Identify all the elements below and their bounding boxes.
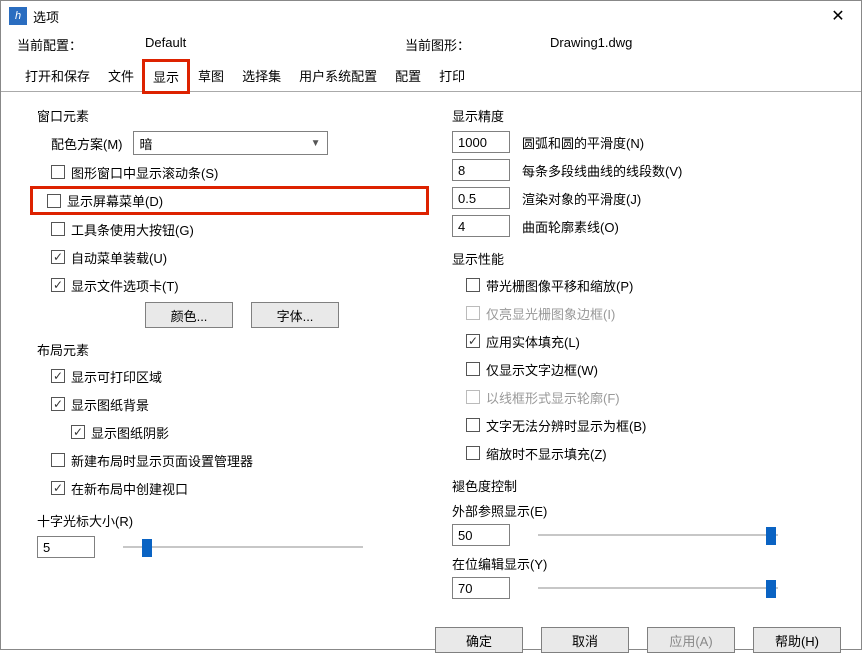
label-scrollbars: 图形窗口中显示滚动条(S)	[71, 163, 218, 182]
inplace-fade-input[interactable]	[452, 577, 510, 599]
precision-title: 显示精度	[452, 106, 841, 125]
surface-isolines-input[interactable]	[452, 215, 510, 237]
checkbox-auto-menu-load[interactable]	[51, 250, 65, 264]
drawing-label: 当前图形：	[405, 35, 550, 54]
app-icon: h	[9, 7, 27, 25]
arc-smoothness-input[interactable]	[452, 131, 510, 153]
label-raster-frame: 仅亮显光栅图象边框(I)	[486, 304, 615, 323]
ok-button[interactable]: 确定	[435, 627, 523, 653]
label-text-blur: 文字无法分辨时显示为框(B)	[486, 416, 646, 435]
checkbox-printable-area[interactable]	[51, 369, 65, 383]
checkbox-create-viewport[interactable]	[51, 481, 65, 495]
checkbox-scrollbars[interactable]	[51, 165, 65, 179]
slider-thumb[interactable]	[766, 580, 776, 598]
inplace-fade-label: 在位编辑显示(Y)	[452, 554, 841, 573]
window-elements-title: 窗口元素	[37, 106, 426, 125]
chevron-down-icon: ▼	[311, 138, 321, 149]
checkbox-zoom-nofill[interactable]	[466, 446, 480, 460]
slider-thumb[interactable]	[766, 527, 776, 545]
color-scheme-select[interactable]: 暗 ▼	[133, 131, 328, 155]
cancel-button[interactable]: 取消	[541, 627, 629, 653]
checkbox-pagesetup-mgr[interactable]	[51, 453, 65, 467]
color-scheme-label: 配色方案(M)	[51, 134, 123, 153]
slider-thumb[interactable]	[142, 539, 152, 557]
label-auto-menu-load: 自动菜单装载(U)	[71, 248, 167, 267]
label-paper-bg: 显示图纸背景	[71, 395, 149, 414]
checkbox-text-blur[interactable]	[466, 418, 480, 432]
performance-title: 显示性能	[452, 249, 841, 268]
polyline-segments-input[interactable]	[452, 159, 510, 181]
label-printable-area: 显示可打印区域	[71, 367, 162, 386]
colors-button[interactable]: 颜色...	[145, 302, 233, 328]
tab-display[interactable]: 显示	[144, 61, 188, 92]
color-scheme-value: 暗	[140, 134, 153, 153]
slider-track	[538, 587, 778, 589]
tab-profiles[interactable]: 配置	[387, 61, 429, 92]
label-text-frame: 仅显示文字边框(W)	[486, 360, 598, 379]
xref-fade-slider[interactable]	[538, 525, 778, 545]
label-large-buttons: 工具条使用大按钮(G)	[71, 220, 194, 239]
checkbox-large-buttons[interactable]	[51, 222, 65, 236]
surface-isolines-label: 曲面轮廓素线(O)	[522, 217, 619, 236]
checkbox-raster-frame	[466, 306, 480, 320]
checkbox-wireframe-sil	[466, 390, 480, 404]
fade-title: 褪色度控制	[452, 476, 841, 495]
checkbox-file-tabs[interactable]	[51, 278, 65, 292]
checkbox-paper-shadow[interactable]	[71, 425, 85, 439]
xref-fade-input[interactable]	[452, 524, 510, 546]
crosshair-title: 十字光标大小(R)	[37, 511, 426, 530]
drawing-value: Drawing1.dwg	[550, 35, 632, 54]
label-raster-pan: 带光栅图像平移和缩放(P)	[486, 276, 633, 295]
config-value: Default	[145, 35, 405, 54]
layout-elements-title: 布局元素	[37, 340, 426, 359]
arc-smoothness-label: 圆弧和圆的平滑度(N)	[522, 133, 644, 152]
tab-selection[interactable]: 选择集	[234, 61, 289, 92]
checkbox-screen-menu[interactable]	[47, 194, 61, 208]
checkbox-paper-bg[interactable]	[51, 397, 65, 411]
render-smoothness-input[interactable]	[452, 187, 510, 209]
label-zoom-nofill: 缩放时不显示填充(Z)	[486, 444, 607, 463]
label-pagesetup-mgr: 新建布局时显示页面设置管理器	[71, 451, 253, 470]
render-smoothness-label: 渲染对象的平滑度(J)	[522, 189, 641, 208]
crosshair-slider[interactable]	[123, 537, 363, 557]
checkbox-raster-pan[interactable]	[466, 278, 480, 292]
checkbox-solid-fill[interactable]	[466, 334, 480, 348]
tab-files[interactable]: 文件	[100, 61, 142, 92]
label-paper-shadow: 显示图纸阴影	[91, 423, 169, 442]
tab-user-pref[interactable]: 用户系统配置	[291, 61, 385, 92]
close-icon[interactable]: ✕	[823, 6, 853, 26]
apply-button: 应用(A)	[647, 627, 735, 653]
label-screen-menu: 显示屏幕菜单(D)	[67, 191, 163, 210]
config-label: 当前配置：	[17, 35, 145, 54]
inplace-fade-slider[interactable]	[538, 578, 778, 598]
window-title: 选项	[33, 7, 823, 26]
tab-open-save[interactable]: 打开和保存	[17, 61, 98, 92]
tab-plot[interactable]: 打印	[431, 61, 473, 92]
fonts-button[interactable]: 字体...	[251, 302, 339, 328]
tab-drafting[interactable]: 草图	[190, 61, 232, 92]
slider-track	[538, 534, 778, 536]
slider-track	[123, 546, 363, 548]
xref-fade-label: 外部参照显示(E)	[452, 501, 841, 520]
label-wireframe-sil: 以线框形式显示轮廓(F)	[486, 388, 620, 407]
label-solid-fill: 应用实体填充(L)	[486, 332, 580, 351]
crosshair-input[interactable]	[37, 536, 95, 558]
polyline-segments-label: 每条多段线曲线的线段数(V)	[522, 161, 682, 180]
label-create-viewport: 在新布局中创建视口	[71, 479, 188, 498]
label-file-tabs: 显示文件选项卡(T)	[71, 276, 179, 295]
tab-bar: 打开和保存 文件 显示 草图 选择集 用户系统配置 配置 打印	[1, 60, 861, 92]
help-button[interactable]: 帮助(H)	[753, 627, 841, 653]
checkbox-text-frame[interactable]	[466, 362, 480, 376]
